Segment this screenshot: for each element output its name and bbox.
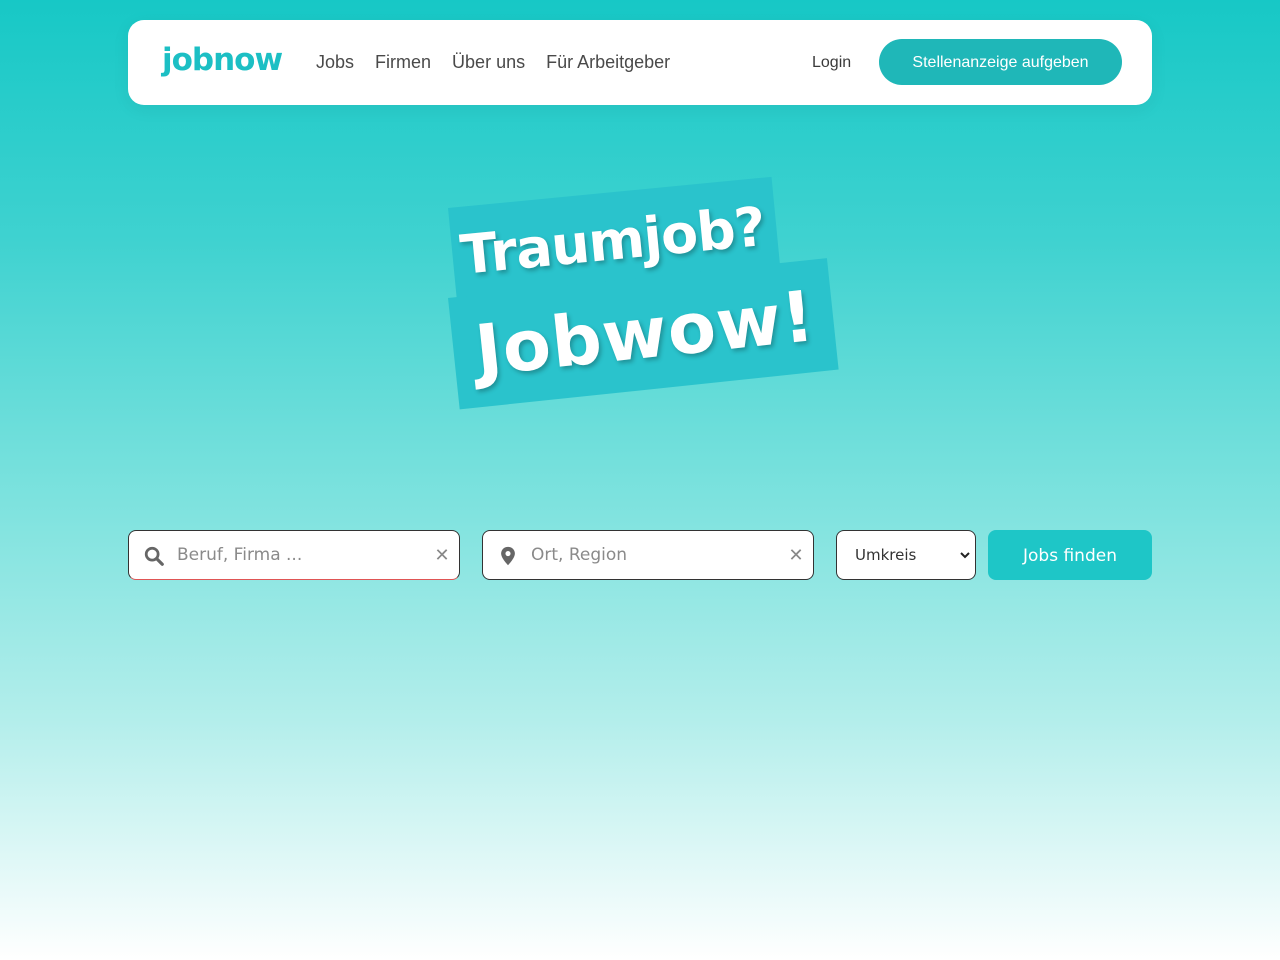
- nav-ueber-uns[interactable]: Über uns: [452, 52, 525, 73]
- close-icon[interactable]: ✕: [431, 543, 453, 567]
- close-icon[interactable]: ✕: [785, 543, 807, 567]
- post-job-button[interactable]: Stellenanzeige aufgeben: [879, 39, 1122, 85]
- radius-select[interactable]: Umkreis: [836, 530, 976, 580]
- location-input[interactable]: [531, 531, 781, 579]
- top-navbar: jobnow Jobs Firmen Über uns Für Arbeitge…: [128, 20, 1152, 105]
- nav-fuer-arbeitgeber[interactable]: Für Arbeitgeber: [546, 52, 670, 73]
- logo[interactable]: jobnow: [162, 42, 283, 78]
- location-field: ✕: [482, 530, 814, 580]
- radius-select-value: Umkreis: [855, 546, 917, 564]
- job-search-input[interactable]: [177, 531, 427, 579]
- find-jobs-button[interactable]: Jobs finden: [988, 530, 1152, 580]
- search-icon: [144, 546, 164, 566]
- nav-jobs[interactable]: Jobs: [316, 52, 354, 73]
- login-link[interactable]: Login: [812, 20, 851, 105]
- job-search-form: ✕ ✕ Umkreis Jobs finden: [128, 530, 1152, 580]
- map-pin-icon: [501, 546, 515, 566]
- nav-firmen[interactable]: Firmen: [375, 52, 431, 73]
- chevron-down-icon: [957, 531, 973, 579]
- job-search-field: ✕: [128, 530, 460, 580]
- main-nav: Jobs Firmen Über uns Für Arbeitgeber: [316, 20, 691, 105]
- hero-headline: Traumjob? Jobwow!: [440, 176, 860, 430]
